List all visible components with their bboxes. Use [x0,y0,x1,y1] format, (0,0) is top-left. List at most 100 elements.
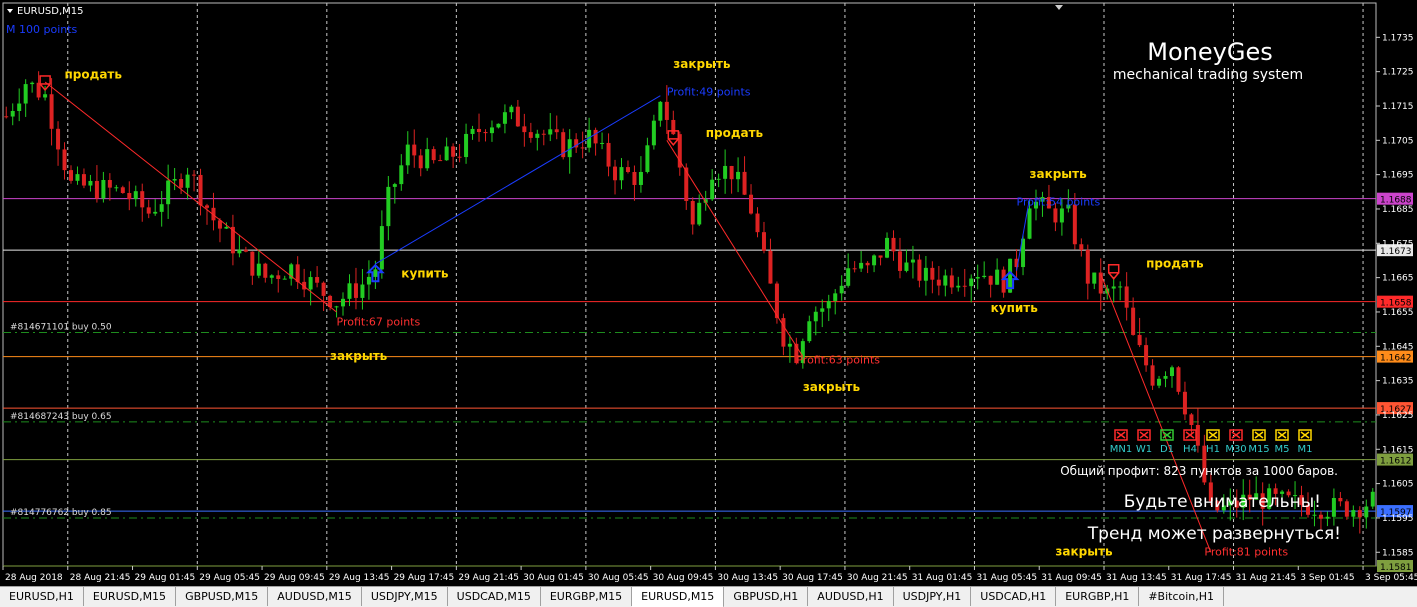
candle-body [75,174,80,181]
signal-cross-icon [1208,431,1218,439]
chart-tab[interactable]: USDJPY,M15 [362,587,448,606]
x-tick-label: 31 Aug 21:45 [1236,573,1297,583]
candle-body [548,129,553,135]
candle-body [172,179,177,181]
y-tick-label: 1.1705 [1382,136,1414,146]
candle-body [418,155,423,169]
chart-tab[interactable]: AUDUSD,M15 [268,587,362,606]
annotation-profit: Profit:63 points [796,353,880,366]
annotation-signal: продать [706,126,764,140]
candle-body [949,275,954,288]
chart-tab[interactable]: EURUSD,M15 [84,587,177,606]
x-tick-label: 31 Aug 05:45 [976,573,1037,583]
chart-tab[interactable]: #Bitcoin,H1 [1139,587,1225,606]
candle-body [4,116,9,118]
candle-body [820,308,825,312]
candle-body [787,343,792,347]
candle-body [982,275,987,278]
candle-body [1072,204,1077,245]
candle-body [1312,514,1317,516]
x-tick-label: 31 Aug 01:45 [912,573,973,583]
level-price-label: 1.1612 [1380,457,1412,467]
chart-tab[interactable]: EURUSD,M15 [632,587,725,607]
candle-body [859,262,864,269]
candle-body [930,267,935,280]
candle-body [412,144,417,156]
annotation-profit_blue: Profit:54 points [1017,196,1101,209]
candle-body [645,145,650,172]
x-tick-label: 30 Aug 09:45 [653,573,714,583]
candle-body [146,207,151,214]
chart-tab[interactable]: GBPUSD,H1 [724,587,809,606]
candle-body [872,255,877,266]
candle-body [237,249,242,254]
x-tick-label: 29 Aug 05:45 [199,573,260,583]
candle-body [509,106,514,113]
candle-body [658,101,663,121]
y-tick-label: 1.1725 [1382,68,1414,78]
signal-label: H1 [1206,444,1220,455]
candle-body [185,174,190,188]
candle-body [580,147,585,149]
x-tick-label: 29 Aug 01:45 [135,573,196,583]
chart-tab[interactable]: EURUSD,H1 [0,587,84,606]
candle-body [897,251,902,271]
chart-tab[interactable]: USDCAD,H1 [971,587,1057,606]
candle-body [69,170,74,181]
y-tick-label: 1.1665 [1382,274,1414,284]
candle-body [198,174,203,206]
candle-body [243,249,248,252]
candle-body [554,129,559,133]
price-chart[interactable]: 1.16881.16731.16581.16421.16271.16121.15… [0,0,1417,586]
chart-area[interactable]: 1.1688 1.1673 1.1658 1.1642 1.1627 1.1612 1.15… [0,0,1417,586]
candle-body [282,278,287,280]
candle-body [651,120,656,146]
candle-body [438,160,443,162]
chart-tab[interactable]: USDJPY,H1 [894,587,972,606]
candle-body [62,149,67,171]
candle-body [613,166,618,181]
annotation-signal: закрыть [803,380,861,394]
y-tick-label: 1.1675 [1382,239,1414,249]
candle-body [1364,506,1369,518]
chart-tab[interactable]: EURGBP,H1 [1056,587,1140,606]
candle-body [600,142,605,144]
chart-tab[interactable]: EURGBP,M15 [541,587,633,606]
dropdown-triangle-icon[interactable] [7,9,13,13]
signal-label: D1 [1160,444,1174,455]
chart-tab-bar: EURUSD,H1 EURUSD,M15 GBPUSD,M15 AUDUSD,M15 U… [0,586,1417,607]
candle-body [153,211,158,214]
candle-body [56,128,61,150]
candle-body [140,191,145,208]
candle-body [878,255,883,258]
y-tick-label: 1.1735 [1382,33,1414,43]
candle-body [535,133,540,138]
x-tick-label: 28 Aug 2018 [5,573,63,583]
profit-summary: Общий профит: 823 пунктов за 1000 баров. [1060,464,1338,478]
candle-body [10,110,15,117]
x-tick-label: 29 Aug 21:45 [458,573,519,583]
signal-label: M15 [1248,444,1269,455]
candle-body [710,179,715,200]
chart-tab[interactable]: USDCAD,M15 [448,587,541,606]
candle-body [457,156,462,158]
chart-tab[interactable]: AUDUSD,H1 [808,587,894,606]
annotation-signal: купить [991,301,1039,315]
candle-body [1098,272,1103,294]
annotation-signal: купить [401,267,449,281]
x-tick-label: 29 Aug 09:45 [264,573,325,583]
candle-body [179,179,184,188]
candle-body [522,126,527,133]
candle-body [956,285,961,288]
candle-body [1325,516,1330,519]
signal-label: H4 [1183,444,1197,455]
candle-body [807,321,812,342]
chart-tab[interactable]: GBPUSD,M15 [176,587,269,606]
candle-body [1157,378,1162,386]
candle-body [761,232,766,251]
signal-label: M1 [1298,444,1313,455]
candle-body [736,171,741,180]
annotation-signal: продать [65,68,123,82]
corner-label: M 100 points [6,23,78,36]
signal-label: MN1 [1110,444,1132,455]
